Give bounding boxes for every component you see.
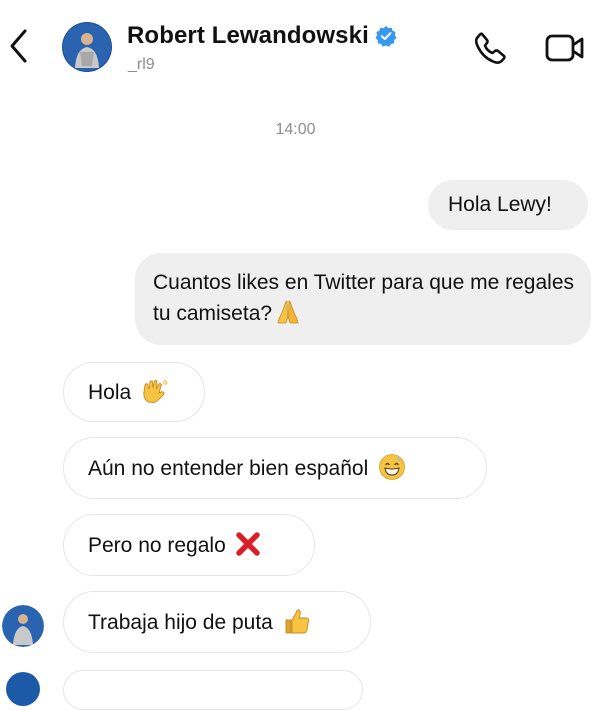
received-message <box>63 670 363 710</box>
thread-timestamp: 14:00 <box>275 121 316 138</box>
video-camera-icon <box>545 34 584 62</box>
thumbs-up-icon <box>285 609 309 634</box>
folded-hands-icon <box>277 300 299 324</box>
received-message[interactable]: Trabaja hijo de puta <box>63 591 371 653</box>
video-call-button[interactable] <box>544 28 586 68</box>
message-text: Trabaja hijo de puta <box>88 611 273 634</box>
back-button[interactable] <box>4 22 34 70</box>
message-text: Cuantos likes en Twitter para que me reg… <box>153 271 575 325</box>
sent-message[interactable]: Hola Lewy! <box>428 180 588 230</box>
message-text: Aún no entender bien español <box>88 457 369 480</box>
contact-avatar-small <box>6 672 40 706</box>
received-message[interactable]: Aún no entender bien español <box>63 437 487 499</box>
received-message[interactable]: Pero no regalo <box>63 514 315 576</box>
message-text: Pero no regalo <box>88 534 226 557</box>
message-text: Hola Lewy! <box>448 193 552 216</box>
verified-badge-icon <box>375 26 397 47</box>
contact-name[interactable]: Robert Lewandowski <box>127 22 369 50</box>
contact-handle: _rl9 <box>128 56 155 73</box>
contact-avatar[interactable] <box>62 22 112 72</box>
phone-icon <box>474 32 506 64</box>
message-text: Hola <box>88 381 132 404</box>
received-message[interactable]: Hola <box>63 362 205 422</box>
audio-call-button[interactable] <box>470 28 510 68</box>
cross-mark-icon <box>236 532 260 556</box>
waving-hand-icon <box>143 379 168 403</box>
chat-header: Robert Lewandowski _rl9 <box>0 0 591 92</box>
chevron-left-icon <box>10 29 27 63</box>
contact-avatar-small[interactable] <box>2 605 44 647</box>
contact-name-row[interactable]: Robert Lewandowski <box>127 22 397 50</box>
grinning-sweat-icon <box>379 454 406 480</box>
sent-message[interactable]: Cuantos likes en Twitter para que me reg… <box>135 253 591 345</box>
